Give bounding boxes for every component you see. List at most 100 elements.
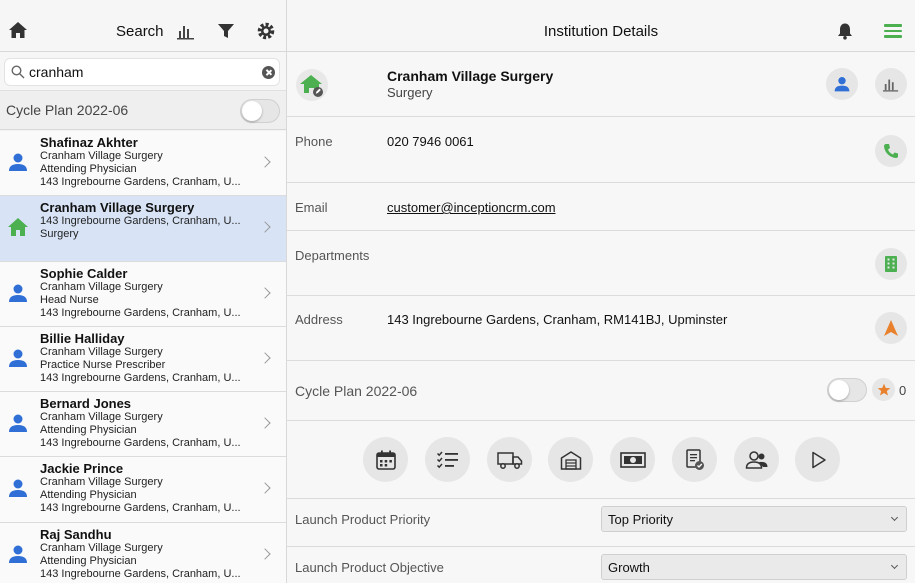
chevron-down-icon (890, 513, 899, 522)
details-title: Institution Details (543, 23, 659, 40)
launch-objective-label: Launch Product Objective (295, 560, 444, 575)
star-rating-button[interactable] (872, 378, 895, 401)
hamburger-menu-icon[interactable] (884, 24, 902, 38)
delivery-button[interactable] (487, 437, 532, 482)
launch-objective-value: Growth (608, 560, 650, 575)
list-item-name: Jackie Prince (40, 461, 124, 477)
institution-type: Surgery (387, 85, 433, 100)
cycle-plan-filter: Cycle Plan 2022-06 (0, 90, 286, 130)
chevron-right-icon (259, 221, 271, 233)
list-item-line: 143 Ingrebourne Gardens, Cranham, U... (40, 502, 241, 515)
app-window: Search cranham Cycle Plan 2022-06 Shafin… (0, 0, 915, 583)
list-item[interactable]: Cranham Village Surgery 143 Ingrebourne … (0, 196, 286, 262)
person-icon (9, 349, 27, 367)
list-item[interactable]: Jackie Prince Cranham Village Surgery At… (0, 457, 286, 523)
gear-icon[interactable] (256, 21, 276, 41)
person-icon (9, 153, 27, 171)
calendar-button[interactable] (363, 437, 408, 482)
list-item-line: 143 Ingrebourne Gardens, Cranham, U... (40, 176, 241, 188)
list-item-line: 143 Ingrebourne Gardens, Cranham, U... (40, 215, 241, 228)
list-item-name: Cranham Village Surgery (40, 200, 195, 216)
launch-priority-select[interactable]: Top Priority (601, 506, 907, 532)
institution-summary: Cranham Village Surgery Surgery (287, 53, 915, 117)
cycle-plan-row: Cycle Plan 2022-06 0 (287, 362, 915, 421)
list-item[interactable]: Sophie Calder Cranham Village Surgery He… (0, 261, 286, 327)
document-approve-button[interactable] (672, 437, 717, 482)
people-icon (745, 450, 767, 469)
chevron-right-icon (259, 417, 271, 429)
list-item-line: Cranham Village Surgery (40, 411, 163, 424)
bar-chart-icon (883, 79, 899, 92)
warehouse-icon (560, 450, 581, 470)
list-item[interactable]: Raj Sandhu Cranham Village Surgery Atten… (0, 522, 286, 583)
list-item-line: Attending Physician (40, 489, 137, 502)
analytics-button[interactable] (875, 68, 907, 100)
launch-priority-value: Top Priority (608, 512, 674, 527)
star-count: 0 (899, 383, 907, 398)
team-button[interactable] (734, 437, 779, 482)
building-icon (885, 256, 897, 272)
search-panel: Search cranham Cycle Plan 2022-06 Shafin… (0, 0, 287, 583)
launch-priority-row: Launch Product Priority Top Priority (287, 499, 915, 547)
search-icon (11, 65, 25, 79)
launch-objective-select[interactable]: Growth (601, 554, 907, 580)
chevron-right-icon (259, 156, 271, 168)
call-button[interactable] (875, 135, 907, 167)
home-icon[interactable] (8, 20, 28, 40)
list-item-line: Cranham Village Surgery (40, 476, 163, 489)
list-item-name: Sophie Calder (40, 265, 128, 281)
star-icon (877, 383, 890, 395)
list-item-line: Head Nurse (40, 293, 99, 306)
cycle-plan-detail-toggle[interactable] (827, 378, 867, 402)
list-item-line: Cranham Village Surgery (40, 345, 163, 358)
toggle-knob (242, 101, 262, 121)
address-label: Address (295, 312, 343, 327)
list-item-line: Cranham Village Surgery (40, 150, 163, 162)
bell-icon[interactable] (836, 22, 854, 40)
list-item-name: Shafinaz Akhter (40, 135, 138, 150)
departments-button[interactable] (875, 248, 907, 280)
departments-label: Departments (295, 248, 370, 263)
bar-chart-icon[interactable] (177, 22, 195, 40)
search-results-list: Shafinaz Akhter Cranham Village Surgery … (0, 131, 286, 583)
phone-icon (884, 144, 898, 158)
list-item-name: Raj Sandhu (40, 526, 112, 542)
list-item-name: Billie Halliday (40, 330, 125, 346)
search-input[interactable] (29, 62, 259, 82)
phone-value: 020 7946 0061 (387, 134, 474, 149)
action-buttons-row (287, 421, 915, 499)
chevron-right-icon (259, 286, 271, 299)
cycle-plan-toggle[interactable] (240, 99, 280, 123)
expenses-button[interactable] (610, 437, 655, 482)
institution-home-edit-icon[interactable] (296, 69, 328, 101)
search-panel-header: Search (0, 0, 286, 52)
launch-objective-row: Launch Product Objective Growth (287, 548, 915, 583)
clear-search-icon[interactable] (262, 66, 275, 79)
list-item[interactable]: Shafinaz Akhter Cranham Village Surgery … (0, 131, 286, 197)
filter-icon[interactable] (217, 22, 235, 40)
contacts-button[interactable] (826, 68, 858, 100)
truck-icon (496, 451, 522, 469)
cycle-plan-detail-label: Cycle Plan 2022-06 (295, 383, 418, 399)
list-item[interactable]: Billie Halliday Cranham Village Surgery … (0, 326, 286, 393)
list-item-line: 143 Ingrebourne Gardens, Cranham, U... (40, 371, 241, 384)
address-value: 143 Ingrebourne Gardens, Cranham, RM141B… (387, 312, 728, 327)
list-item-line: Attending Physician (40, 554, 137, 567)
email-link[interactable]: customer@inceptioncrm.com (387, 200, 556, 215)
navigate-button[interactable] (875, 312, 907, 344)
checklist-button[interactable] (425, 437, 470, 482)
play-icon (811, 451, 826, 468)
search-box (4, 58, 280, 86)
list-item-line: Attending Physician (40, 424, 137, 437)
checklist-icon (436, 451, 458, 468)
warehouse-button[interactable] (548, 437, 593, 482)
person-icon (9, 479, 27, 498)
calendar-icon (375, 450, 396, 470)
email-label: Email (295, 200, 328, 215)
list-item-line: Attending Physician (40, 163, 137, 175)
toggle-knob (829, 380, 849, 400)
search-panel-title: Search (116, 23, 164, 40)
play-button[interactable] (795, 437, 840, 482)
departments-row: Departments (287, 232, 915, 296)
list-item[interactable]: Bernard Jones Cranham Village Surgery At… (0, 392, 286, 458)
